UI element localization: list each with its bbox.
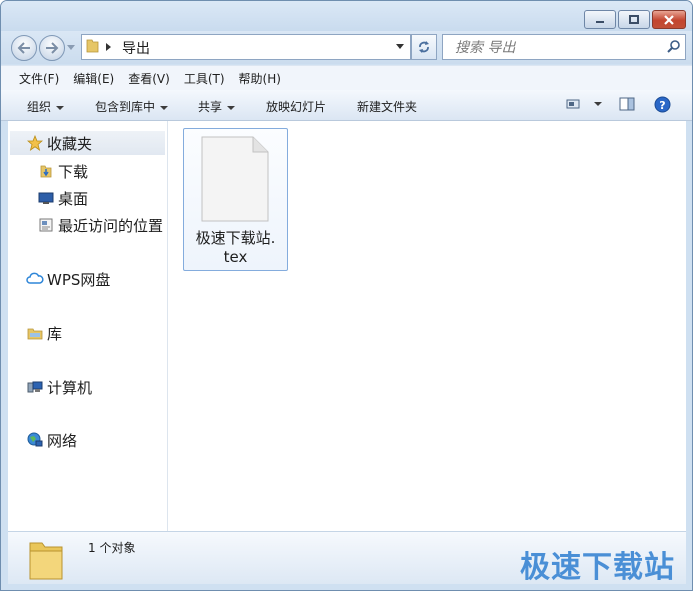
nav-computer[interactable]: 计算机 <box>26 375 92 399</box>
nav-recent[interactable]: 最近访问的位置 <box>37 213 163 237</box>
details-pane: 1 个对象 极速下载站 <box>8 531 686 585</box>
nav-network[interactable]: 网络 <box>26 428 77 452</box>
menu-view[interactable]: 查看(V) <box>128 70 170 87</box>
nav-libraries-label: 库 <box>47 324 63 343</box>
close-button[interactable] <box>652 10 686 29</box>
address-dropdown-icon[interactable] <box>396 44 404 50</box>
maximize-icon <box>629 14 639 24</box>
cloud-icon <box>26 270 44 288</box>
menu-tools[interactable]: 工具(T) <box>184 70 225 87</box>
organize-dropdown-icon <box>56 105 65 110</box>
share-dropdown-icon <box>227 105 236 110</box>
forward-button[interactable] <box>39 35 65 61</box>
include-library-button[interactable]: 包含到库中 <box>95 98 169 115</box>
minimize-button[interactable] <box>584 10 616 29</box>
maximize-button[interactable] <box>618 10 650 29</box>
close-icon <box>664 14 674 25</box>
search-input[interactable] <box>453 38 657 58</box>
computer-icon <box>26 378 44 396</box>
organize-button[interactable]: 组织 <box>27 98 65 115</box>
recent-places-icon <box>37 216 55 234</box>
arrow-left-icon <box>17 42 30 54</box>
view-options-button[interactable] <box>566 98 580 113</box>
nav-downloads[interactable]: 下载 <box>37 159 88 183</box>
new-folder-button[interactable]: 新建文件夹 <box>357 98 417 115</box>
nav-favorites[interactable]: 收藏夹 <box>26 131 92 155</box>
title-bar <box>1 1 692 31</box>
address-row: 导出 <box>1 31 692 64</box>
file-item[interactable]: 极速下载站. tex <box>183 128 288 271</box>
network-icon <box>26 431 44 449</box>
history-dropdown-icon[interactable] <box>67 45 75 51</box>
include-library-label: 包含到库中 <box>95 100 156 114</box>
search-box <box>442 34 686 60</box>
svg-text:?: ? <box>659 99 665 112</box>
back-button[interactable] <box>11 35 37 61</box>
explorer-window: 导出 文件(F) 编辑(E) 查看(V) 工具(T) 帮助(H) 组织 <box>0 0 693 591</box>
star-icon <box>26 134 44 152</box>
library-icon <box>26 324 44 342</box>
nav-favorites-label: 收藏夹 <box>47 134 93 153</box>
nav-libraries[interactable]: 库 <box>26 321 62 345</box>
breadcrumb-current[interactable]: 导出 <box>122 38 150 58</box>
nav-desktop-label: 桌面 <box>58 189 89 208</box>
slideshow-button[interactable]: 放映幻灯片 <box>266 98 326 115</box>
view-dropdown-icon[interactable] <box>594 102 602 106</box>
minimize-icon <box>596 20 604 23</box>
menu-bar: 文件(F) 编辑(E) 查看(V) 工具(T) 帮助(H) <box>1 65 692 91</box>
organize-label: 组织 <box>27 100 52 114</box>
nav-desktop[interactable]: 桌面 <box>37 186 88 210</box>
watermark-logo: 极速下载站 <box>520 550 675 585</box>
share-label: 共享 <box>198 100 223 114</box>
search-icon[interactable] <box>667 39 681 53</box>
nav-wps-cloud-label: WPS网盘 <box>47 270 111 289</box>
file-name: 极速下载站. tex <box>184 229 287 267</box>
caption-buttons <box>584 10 686 29</box>
nav-network-label: 网络 <box>47 431 78 450</box>
refresh-button[interactable] <box>411 34 437 60</box>
nav-computer-label: 计算机 <box>47 378 93 397</box>
downloads-folder-icon <box>37 162 55 180</box>
item-count: 1 个对象 <box>88 541 136 555</box>
help-icon: ? <box>654 96 671 113</box>
folder-icon <box>86 39 99 53</box>
file-name-line1: 极速下载站. <box>195 229 276 247</box>
file-name-line2: tex <box>223 248 248 266</box>
preview-pane-button[interactable] <box>619 97 635 114</box>
desktop-icon <box>37 189 55 207</box>
file-list-area: 极速下载站. tex <box>168 121 686 531</box>
refresh-icon <box>419 41 429 53</box>
command-bar: 组织 包含到库中 共享 放映幻灯片 新建文件夹 ? <box>1 90 692 121</box>
breadcrumb-chevron-icon[interactable] <box>106 43 112 51</box>
nav-recent-label: 最近访问的位置 <box>58 216 164 235</box>
address-bar[interactable]: 导出 <box>81 34 411 60</box>
menu-edit[interactable]: 编辑(E) <box>73 70 114 87</box>
arrow-right-icon <box>46 42 59 54</box>
menu-file[interactable]: 文件(F) <box>19 70 59 87</box>
navigation-pane: 收藏夹 下载 桌面 最近访问的位置 WPS网盘 库 计算机 网络 <box>8 121 168 531</box>
folder-large-icon <box>29 542 63 580</box>
help-button[interactable]: ? <box>654 96 671 116</box>
view-icon <box>566 99 580 109</box>
document-icon <box>201 136 269 222</box>
preview-pane-icon <box>619 97 635 111</box>
menu-help[interactable]: 帮助(H) <box>239 70 281 87</box>
nav-wps-cloud[interactable]: WPS网盘 <box>26 267 110 291</box>
nav-downloads-label: 下载 <box>58 162 89 181</box>
share-button[interactable]: 共享 <box>198 98 236 115</box>
include-library-dropdown-icon <box>160 105 169 110</box>
